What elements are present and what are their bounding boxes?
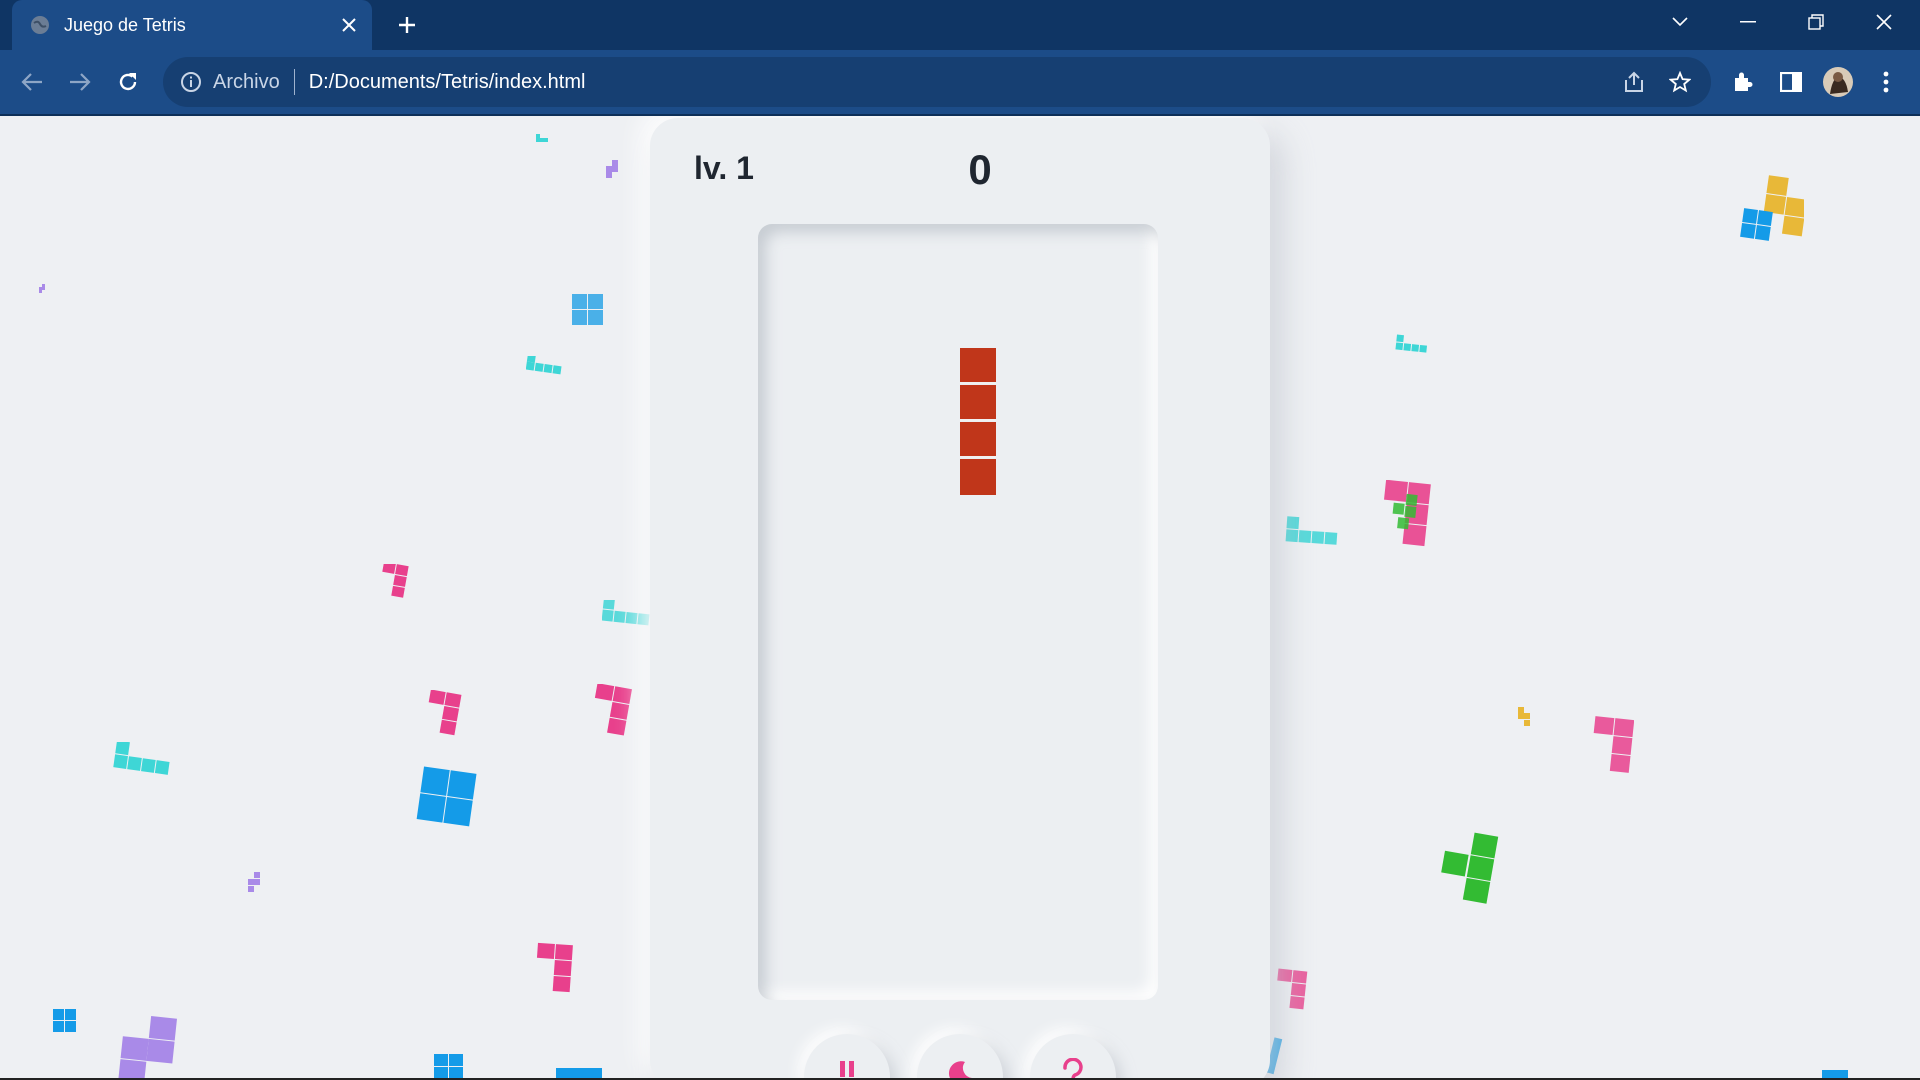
tetromino-decor bbox=[536, 942, 573, 993]
address-bar[interactable]: Archivo D:/Documents/Tetris/index.html bbox=[163, 57, 1711, 107]
tetromino-decor bbox=[434, 1054, 463, 1079]
share-icon[interactable] bbox=[1617, 65, 1651, 99]
score-display: 0 bbox=[968, 146, 992, 193]
tetromino-decor bbox=[526, 356, 562, 375]
tab-strip: Juego de Tetris bbox=[0, 0, 1920, 50]
tetromino-decor bbox=[1277, 968, 1308, 1010]
tetromino-decor bbox=[39, 284, 45, 293]
browser-toolbar: Archivo D:/Documents/Tetris/index.html bbox=[0, 50, 1920, 116]
close-window-icon[interactable] bbox=[1854, 0, 1914, 44]
tetromino-decor bbox=[428, 690, 462, 736]
site-info-icon[interactable] bbox=[179, 70, 203, 94]
minimize-icon[interactable] bbox=[1718, 0, 1778, 44]
new-tab-button[interactable] bbox=[390, 8, 424, 42]
tetromino-decor bbox=[606, 160, 618, 178]
help-button[interactable] bbox=[1030, 1034, 1116, 1080]
tetromino-decor bbox=[572, 294, 603, 325]
tetromino-decor bbox=[416, 766, 477, 827]
game-panel: lv. 1 0 bbox=[650, 118, 1270, 1080]
tetris-board[interactable] bbox=[758, 224, 1158, 1000]
tetromino-decor bbox=[1384, 480, 1431, 547]
active-piece-block bbox=[960, 422, 996, 458]
page-viewport: lv. 1 0 bbox=[0, 116, 1920, 1080]
tetromino-decor bbox=[118, 1016, 177, 1080]
forward-icon[interactable] bbox=[62, 64, 98, 100]
address-url[interactable]: D:/Documents/Tetris/index.html bbox=[309, 71, 586, 94]
tetromino-decor bbox=[1740, 175, 1804, 241]
theme-toggle-button[interactable] bbox=[917, 1034, 1003, 1080]
tetromino-decor bbox=[1441, 832, 1499, 904]
address-scheme: Archivo bbox=[213, 70, 280, 93]
tetromino-decor bbox=[1593, 716, 1634, 773]
tab-active[interactable]: Juego de Tetris bbox=[12, 0, 372, 50]
moon-icon bbox=[948, 1061, 972, 1080]
address-separator bbox=[293, 69, 295, 95]
extensions-icon[interactable] bbox=[1725, 64, 1761, 100]
tab-search-icon[interactable] bbox=[1650, 0, 1710, 44]
tetromino-decor bbox=[536, 134, 548, 142]
restore-icon[interactable] bbox=[1786, 0, 1846, 44]
tetromino-decor bbox=[113, 742, 170, 775]
tetromino-decor bbox=[1285, 516, 1338, 545]
help-icon bbox=[1063, 1058, 1083, 1080]
active-piece-block bbox=[960, 385, 996, 421]
close-tab-icon[interactable] bbox=[332, 8, 366, 42]
tetromino-decor bbox=[53, 1009, 76, 1032]
tetromino-decor bbox=[602, 600, 650, 626]
tetromino-decor bbox=[1395, 334, 1428, 353]
globe-icon bbox=[31, 16, 49, 34]
side-panel-icon[interactable] bbox=[1773, 64, 1809, 100]
tab-title: Juego de Tetris bbox=[64, 14, 186, 35]
reload-icon[interactable] bbox=[110, 64, 146, 100]
pause-icon bbox=[840, 1061, 854, 1077]
active-piece-block bbox=[960, 348, 996, 384]
back-icon[interactable] bbox=[14, 64, 50, 100]
tetromino-decor bbox=[594, 684, 632, 736]
level-label: lv. 1 bbox=[694, 150, 754, 186]
menu-icon[interactable] bbox=[1868, 64, 1904, 100]
bookmark-star-icon[interactable] bbox=[1663, 65, 1697, 99]
tetromino-decor bbox=[248, 872, 260, 892]
active-piece-block bbox=[960, 459, 996, 495]
pause-button[interactable] bbox=[804, 1034, 890, 1080]
tetromino-decor bbox=[1518, 707, 1530, 726]
tetromino-decor bbox=[382, 564, 409, 598]
avatar[interactable] bbox=[1820, 64, 1856, 100]
